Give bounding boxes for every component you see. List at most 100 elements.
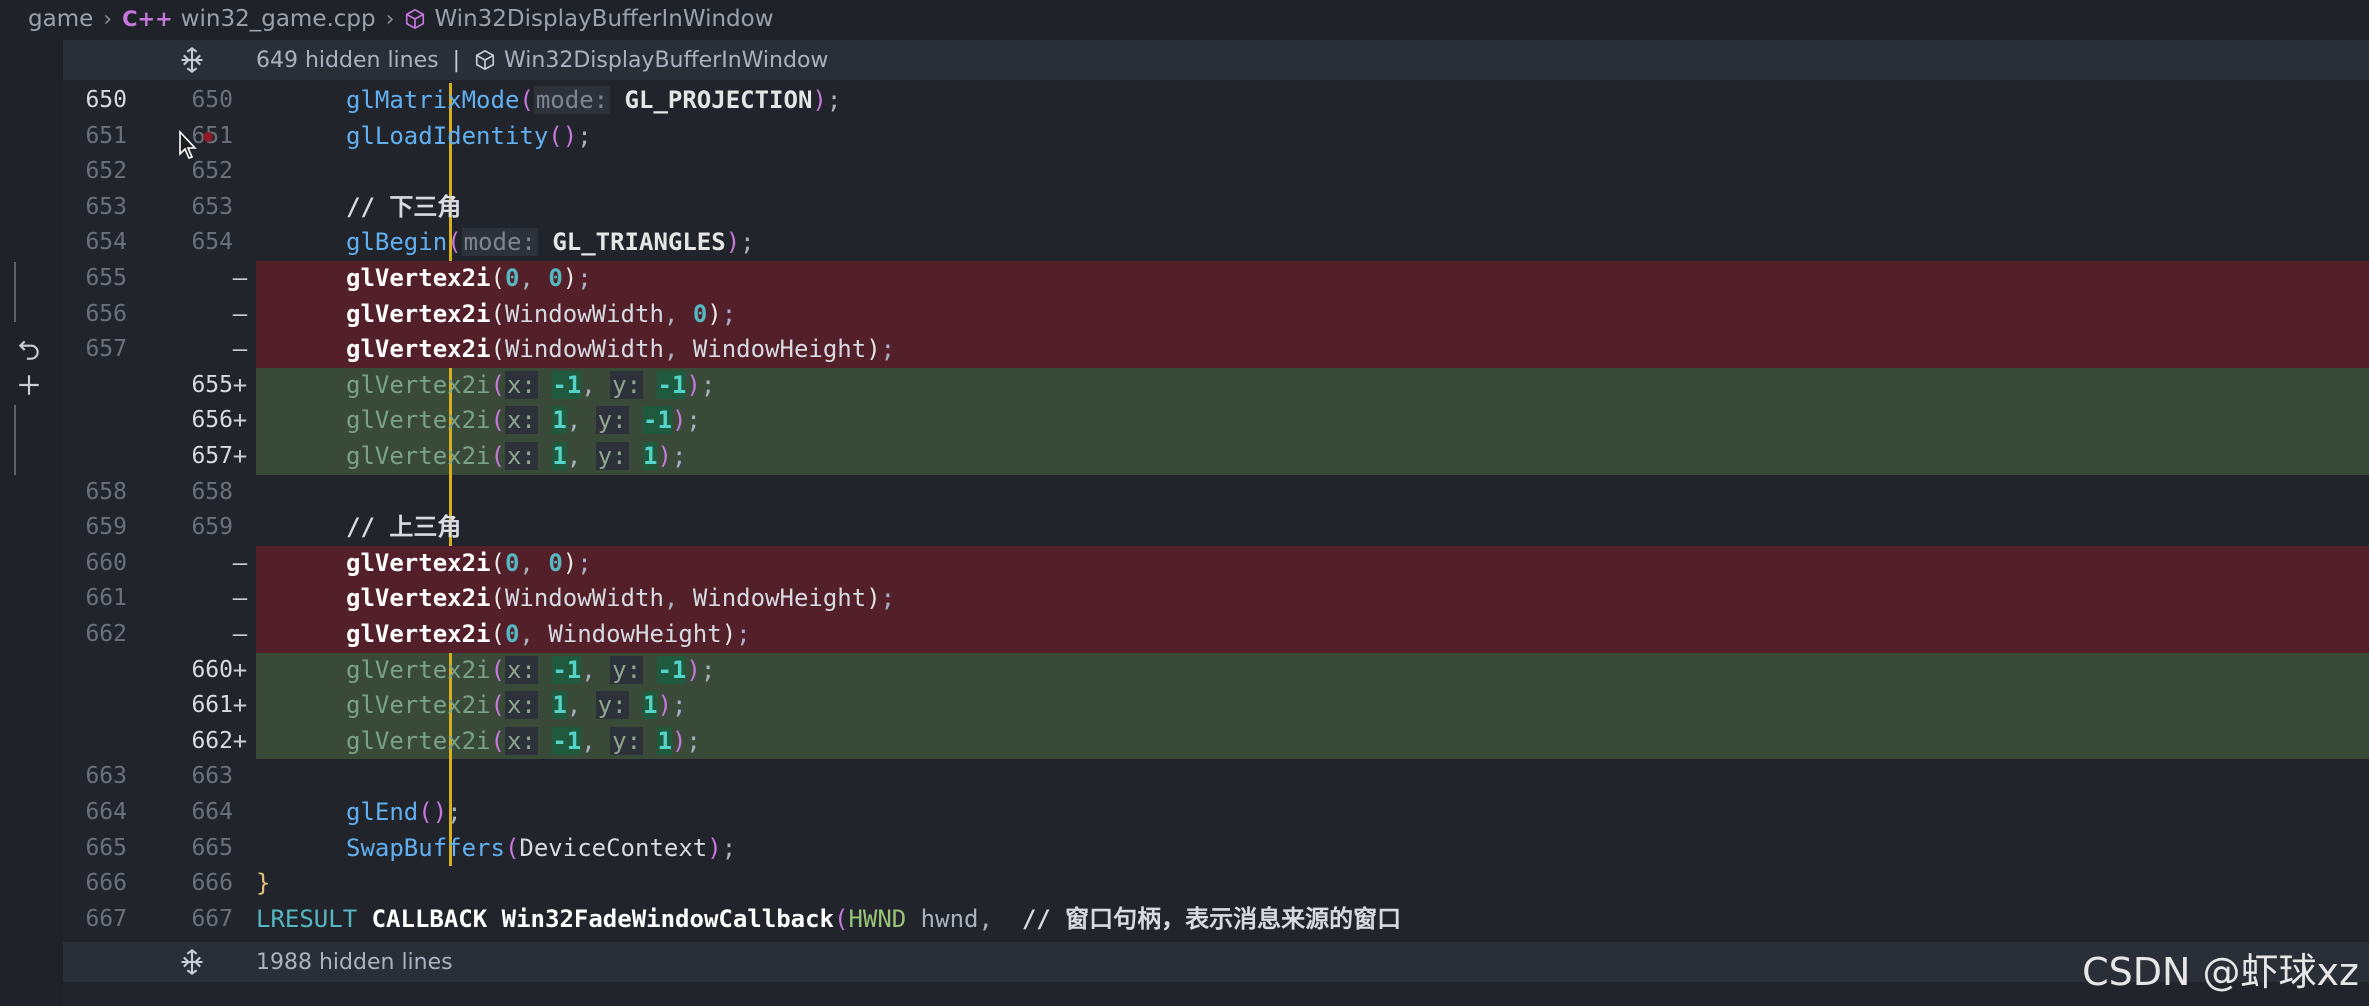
diff-removed-marker: — xyxy=(232,584,248,613)
code-text[interactable]: glVertex2i(x: 1, y: 1); xyxy=(346,688,686,724)
code-area[interactable]: // 上三角 xyxy=(256,510,2369,546)
diff-line-deleted[interactable]: 661 — glVertex2i(WindowWidth, WindowHeight… xyxy=(63,581,2369,617)
code-line[interactable]: 653 653 // 下三角 xyxy=(63,189,2369,226)
diff-line-added[interactable]: 657 + glVertex2i(x: 1, y: 1); xyxy=(63,439,2369,475)
code-line[interactable]: 664 664 glEnd(); xyxy=(63,795,2369,831)
line-number-modified: 667 xyxy=(191,905,233,932)
code-line[interactable]: 665 665 SwapBuffers(DeviceContext); xyxy=(63,830,2369,867)
code-area[interactable]: glVertex2i(0, WindowHeight); xyxy=(256,617,2369,653)
diff-line-added[interactable]: 661 + glVertex2i(x: 1, y: 1); xyxy=(63,688,2369,724)
code-area[interactable] xyxy=(256,474,2369,511)
code-area[interactable]: glVertex2i(x: 1, y: -1); xyxy=(256,403,2369,439)
hidden-lines-bar-top[interactable]: 649 hidden lines | Win32DisplayBufferInW… xyxy=(63,40,2369,80)
chevron-right-icon: › xyxy=(103,6,113,32)
code-text[interactable]: glVertex2i(x: -1, y: -1); xyxy=(346,653,715,689)
code-area[interactable]: glVertex2i(WindowWidth, WindowHeight); xyxy=(256,332,2369,368)
diff-line-deleted[interactable]: 656 — glVertex2i(WindowWidth, 0); xyxy=(63,296,2369,333)
code-text[interactable]: glVertex2i(WindowWidth, WindowHeight); xyxy=(346,581,895,617)
code-area[interactable]: } xyxy=(256,866,2369,902)
code-text[interactable]: glVertex2i(x: 1, y: 1); xyxy=(346,439,686,475)
code-line[interactable]: 667 667 LRESULT CALLBACK Win32FadeWindowCa… xyxy=(63,902,2369,938)
code-text[interactable]: glBegin(mode: GL_TRIANGLES); xyxy=(346,225,755,261)
diff-line-deleted[interactable]: 660 — glVertex2i(0, 0); xyxy=(63,545,2369,582)
code-line[interactable]: 658 658 xyxy=(63,474,2369,511)
line-number-original: 650 xyxy=(85,87,127,113)
diff-line-added[interactable]: 656 + glVertex2i(x: 1, y: -1); xyxy=(63,403,2369,439)
line-number-original: 661 xyxy=(85,585,127,612)
breadcrumb: game › C++ win32_game.cpp › Win32Display… xyxy=(0,0,2369,38)
line-number-original: 653 xyxy=(85,193,127,220)
code-text[interactable]: glVertex2i(WindowWidth, WindowHeight); xyxy=(346,332,895,368)
diff-added-marker: + xyxy=(232,691,248,720)
code-text[interactable]: glVertex2i(x: -1, y: 1); xyxy=(346,724,701,760)
code-area[interactable]: glVertex2i(WindowWidth, 0); xyxy=(256,296,2369,333)
code-area[interactable]: glEnd(); xyxy=(256,795,2369,831)
line-number-modified: 666 xyxy=(191,870,233,897)
line-number-modified: 650 xyxy=(191,87,233,113)
breakpoint-icon[interactable] xyxy=(203,131,213,142)
code-area[interactable]: glVertex2i(x: -1, y: 1); xyxy=(256,723,2369,760)
code-text[interactable]: glVertex2i(0, 0); xyxy=(346,261,592,297)
diff-line-added[interactable]: 655 + glVertex2i(x: -1, y: -1); xyxy=(63,367,2369,404)
line-number-modified: 659 xyxy=(191,514,233,541)
diff-line-added[interactable]: 662 + glVertex2i(x: -1, y: 1); xyxy=(63,723,2369,760)
code-line[interactable]: 652 652 xyxy=(63,154,2369,190)
code-area[interactable]: SwapBuffers(DeviceContext); xyxy=(256,830,2369,867)
line-number-modified: 657 xyxy=(191,443,233,469)
code-text[interactable]: glMatrixMode(mode: GL_PROJECTION); xyxy=(346,83,841,119)
line-number-original: 656 xyxy=(85,300,127,327)
watermark: CSDN @虾球xz xyxy=(2082,950,2359,994)
code-area[interactable] xyxy=(256,759,2369,795)
code-text[interactable]: glLoadIdentity(); xyxy=(346,119,592,155)
code-text[interactable]: glVertex2i(x: 1, y: -1); xyxy=(346,403,701,439)
code-area[interactable]: glBegin(mode: GL_TRIANGLES); xyxy=(256,225,2369,261)
code-line[interactable]: 659 659 // 上三角 xyxy=(63,510,2369,546)
code-line[interactable]: 663 663 xyxy=(63,759,2369,795)
diff-line-deleted[interactable]: 662 — glVertex2i(0, WindowHeight); xyxy=(63,617,2369,653)
code-text[interactable]: glVertex2i(0, WindowHeight); xyxy=(346,617,751,653)
code-area[interactable]: // 下三角 xyxy=(256,189,2369,226)
code-text[interactable]: glVertex2i(0, 0); xyxy=(346,546,592,582)
line-number-modified: 654 xyxy=(191,229,233,256)
code-area[interactable]: glVertex2i(WindowWidth, WindowHeight); xyxy=(256,581,2369,617)
line-number-modified: 660 xyxy=(191,656,233,683)
stage-plus-icon[interactable] xyxy=(16,372,42,398)
diff-line-deleted[interactable]: 655 — glVertex2i(0, 0); xyxy=(63,261,2369,297)
breadcrumb-item-folder[interactable]: game xyxy=(28,6,93,32)
code-line[interactable]: 650 650 glMatrixMode(mode: GL_PROJECTION); xyxy=(63,83,2369,119)
code-line[interactable]: 651651glLoadIdentity(); xyxy=(63,118,2369,155)
code-area[interactable]: glVertex2i(0, 0); xyxy=(256,261,2369,297)
code-area[interactable]: glMatrixMode(mode: GL_PROJECTION); xyxy=(256,83,2369,119)
code-area[interactable]: glVertex2i(x: -1, y: -1); xyxy=(256,367,2369,404)
diff-line-deleted[interactable]: 657 — glVertex2i(WindowWidth, WindowHeight… xyxy=(63,332,2369,368)
code-line[interactable]: 654 654 glBegin(mode: GL_TRIANGLES); xyxy=(63,225,2369,261)
code-text[interactable]: glEnd(); xyxy=(346,795,462,831)
line-number-original: 652 xyxy=(85,158,127,185)
code-area[interactable]: glVertex2i(x: 1, y: 1); xyxy=(256,688,2369,724)
line-number-modified: 655 xyxy=(191,371,233,398)
breadcrumb-item-file[interactable]: win32_game.cpp xyxy=(181,6,376,32)
line-number-original: 651 xyxy=(85,122,127,149)
unfold-icon[interactable] xyxy=(178,46,206,74)
hidden-lines-bar-bottom[interactable]: 1988 hidden lines xyxy=(63,942,2369,982)
code-line[interactable]: 666 666} xyxy=(63,866,2369,902)
code-area[interactable]: glLoadIdentity(); xyxy=(256,118,2369,155)
code-text[interactable]: glVertex2i(WindowWidth, 0); xyxy=(346,297,736,333)
line-number-original: 655 xyxy=(85,265,127,291)
code-area[interactable]: glVertex2i(0, 0); xyxy=(256,545,2369,582)
unfold-icon[interactable] xyxy=(178,948,206,976)
hidden-lines-symbol[interactable]: Win32DisplayBufferInWindow xyxy=(504,48,828,73)
diff-line-added[interactable]: 660 + glVertex2i(x: -1, y: -1); xyxy=(63,652,2369,689)
code-area[interactable]: glVertex2i(x: 1, y: 1); xyxy=(256,439,2369,475)
code-text[interactable]: // 上三角 xyxy=(346,510,461,546)
code-text[interactable]: // 下三角 xyxy=(346,190,461,226)
code-area[interactable] xyxy=(256,154,2369,190)
code-text[interactable]: LRESULT CALLBACK Win32FadeWindowCallback… xyxy=(256,902,1401,938)
code-area[interactable]: LRESULT CALLBACK Win32FadeWindowCallback… xyxy=(256,902,2369,938)
code-text[interactable]: } xyxy=(256,866,270,902)
breadcrumb-item-symbol[interactable]: Win32DisplayBufferInWindow xyxy=(434,6,773,32)
code-text[interactable]: SwapBuffers(DeviceContext); xyxy=(346,831,736,867)
code-text[interactable]: glVertex2i(x: -1, y: -1); xyxy=(346,368,715,404)
revert-icon[interactable] xyxy=(16,337,42,363)
code-area[interactable]: glVertex2i(x: -1, y: -1); xyxy=(256,652,2369,689)
